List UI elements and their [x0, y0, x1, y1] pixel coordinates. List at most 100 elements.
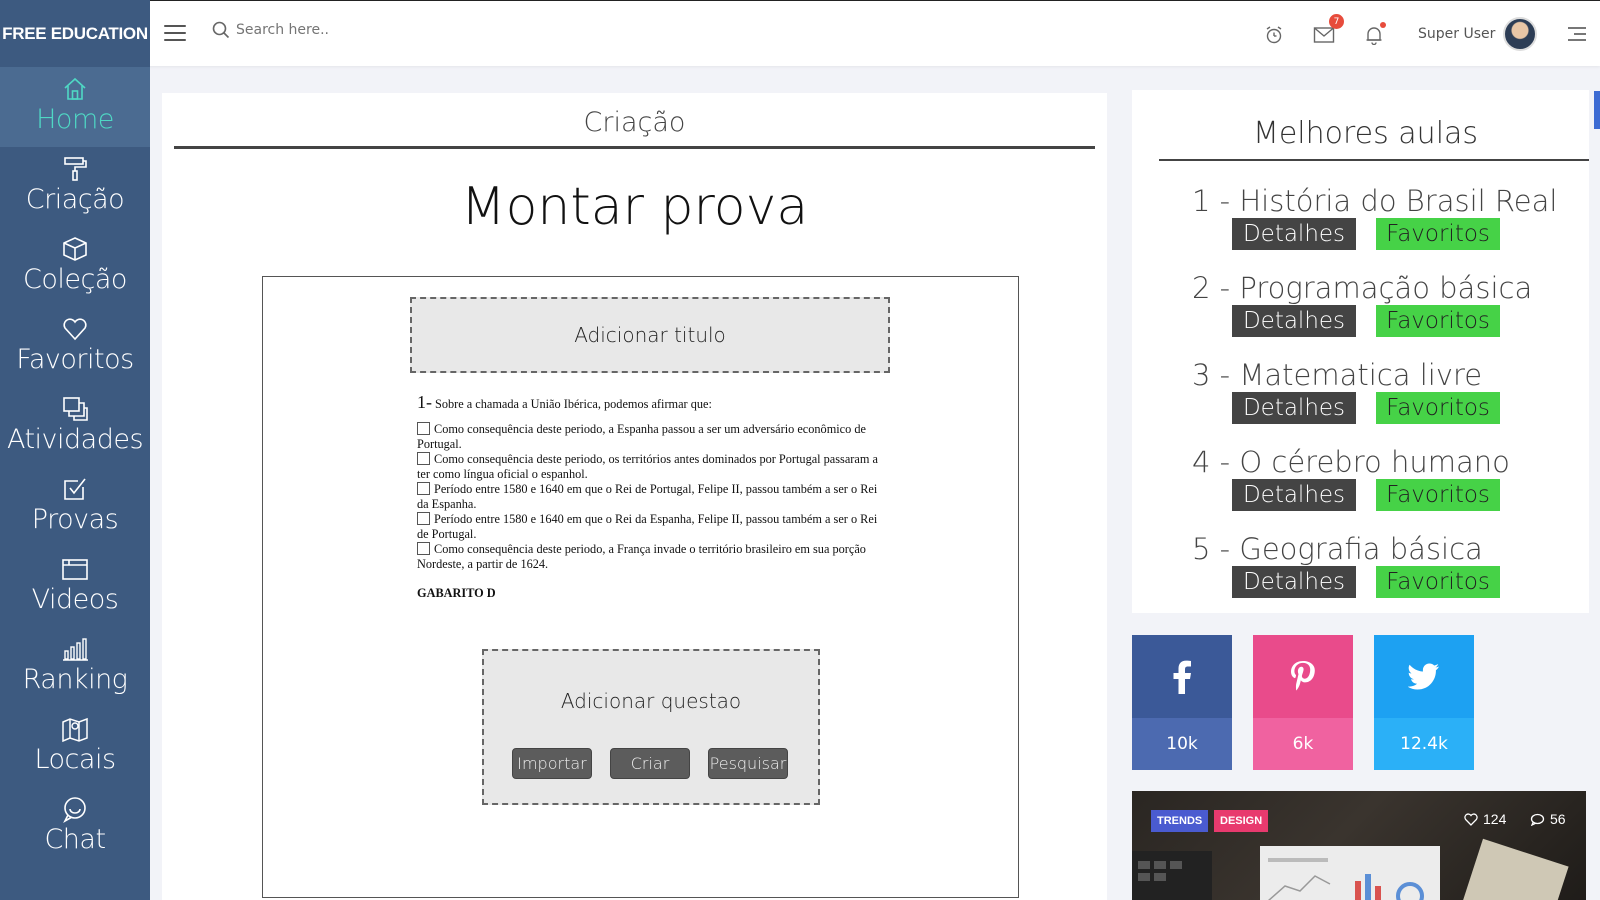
option-checkbox[interactable]: [417, 482, 430, 495]
answer-key: GABARITO D: [417, 586, 496, 600]
details-button[interactable]: Detalhes: [1232, 566, 1356, 598]
create-button[interactable]: Criar: [610, 748, 690, 779]
sidebar-item-colecao[interactable]: Coleção: [0, 227, 150, 307]
lesson-title[interactable]: 4 - O cérebro humano: [1192, 445, 1510, 479]
bell-icon[interactable]: [1362, 22, 1386, 47]
twitter-tile[interactable]: 12.4k: [1374, 635, 1474, 770]
best-lessons-title: Melhores aulas: [1252, 116, 1479, 151]
option-text: Como consequência deste periodo, os terr…: [417, 452, 878, 481]
answer-option: Período entre 1580 e 1640 em que o Rei d…: [417, 482, 887, 512]
chat-icon: [63, 797, 86, 823]
design-tag[interactable]: DESIGN: [1214, 810, 1269, 832]
option-text: Período entre 1580 e 1640 em que o Rei d…: [417, 512, 878, 541]
sidebar-item-label: Provas: [31, 504, 119, 535]
answer-option: Como consequência deste periodo, a Franç…: [417, 542, 887, 572]
mail-icon[interactable]: 7: [1312, 14, 1344, 47]
pinterest-tile[interactable]: 6k: [1253, 635, 1353, 770]
lesson-title[interactable]: 5 - Geografia básica: [1192, 532, 1483, 566]
alarm-clock-icon[interactable]: [1262, 23, 1286, 47]
favorites-button[interactable]: Favoritos: [1376, 566, 1500, 598]
scrollbar[interactable]: [1594, 91, 1600, 129]
option-checkbox[interactable]: [417, 542, 430, 555]
question-block: 1- Sobre a chamada a União Ibérica, pode…: [417, 392, 887, 601]
option-checkbox[interactable]: [417, 512, 430, 525]
question-text: Sobre a chamada a União Ibérica, podemos…: [435, 397, 712, 411]
favorites-button[interactable]: Favoritos: [1376, 392, 1500, 424]
sidebar: Home Criação Coleção Favoritos Atividade…: [0, 67, 150, 900]
paint-roller-icon: [64, 157, 87, 181]
pinterest-icon: [1291, 660, 1315, 690]
creation-card: Criação Montar prova Adicionar titulo 1-…: [162, 93, 1107, 900]
facebook-icon: [1173, 660, 1191, 694]
section-title: Criação: [583, 107, 686, 138]
avatar[interactable]: [1503, 17, 1537, 51]
question-number: 1-: [417, 392, 432, 412]
heart-icon: [63, 318, 87, 341]
details-button[interactable]: Detalhes: [1232, 305, 1356, 337]
add-title-button[interactable]: Adicionar titulo: [410, 297, 890, 373]
sidebar-item-label: Videos: [31, 584, 119, 615]
option-text: Período entre 1580 e 1640 em que o Rei d…: [417, 482, 878, 511]
sidebar-item-label: Coleção: [23, 264, 127, 295]
likes-count: 124: [1483, 811, 1507, 827]
copy-icon: [63, 397, 88, 421]
details-button[interactable]: Detalhes: [1232, 218, 1356, 250]
lesson-title[interactable]: 2 - Programação básica: [1192, 271, 1532, 305]
sidebar-item-ranking[interactable]: Ranking: [0, 627, 150, 707]
sidebar-item-chat[interactable]: Chat: [0, 787, 150, 867]
checkbox-icon: [64, 478, 86, 500]
menu-toggle-icon[interactable]: [164, 25, 186, 43]
paper-image: [1461, 838, 1569, 900]
add-question-label: Adicionar questao: [560, 689, 742, 713]
map-icon: [62, 717, 88, 743]
comments-stat[interactable]: 56: [1530, 811, 1566, 827]
trends-card[interactable]: TRENDS DESIGN 124 56: [1132, 791, 1586, 900]
sidebar-item-favoritos[interactable]: Favoritos: [0, 307, 150, 387]
page-title: Montar prova: [460, 177, 809, 237]
dashboard-image: [1260, 846, 1440, 900]
comments-count: 56: [1550, 811, 1566, 827]
user-name[interactable]: Super User: [1418, 26, 1495, 42]
sidebar-item-criacao[interactable]: Criação: [0, 147, 150, 227]
notification-dot: [1380, 22, 1386, 28]
trends-tag[interactable]: TRENDS: [1151, 810, 1209, 832]
sidebar-item-videos[interactable]: Videos: [0, 547, 150, 627]
heart-icon: [1464, 812, 1478, 826]
details-button[interactable]: Detalhes: [1232, 479, 1356, 511]
lesson-title[interactable]: 1 - História do Brasil Real: [1192, 184, 1557, 218]
exam-sheet: Adicionar titulo 1- Sobre a chamada a Un…: [262, 276, 1019, 898]
option-text: Como consequência deste periodo, a Franç…: [417, 542, 866, 571]
sidebar-item-provas[interactable]: Provas: [0, 467, 150, 547]
favorites-button[interactable]: Favoritos: [1376, 218, 1500, 250]
right-menu-icon[interactable]: [1568, 27, 1586, 41]
sidebar-item-label: Home: [36, 104, 114, 135]
facebook-tile[interactable]: 10k: [1132, 635, 1232, 770]
sidebar-item-label: Chat: [44, 824, 106, 855]
likes-stat[interactable]: 124: [1464, 811, 1506, 827]
favorites-button[interactable]: Favoritos: [1376, 479, 1500, 511]
import-button[interactable]: Importar: [512, 748, 592, 779]
sidebar-item-locais[interactable]: Locais: [0, 707, 150, 787]
lesson-title[interactable]: 3 - Matematica livre: [1192, 358, 1482, 392]
sidebar-item-label: Favoritos: [16, 344, 134, 375]
twitter-count: 12.4k: [1374, 718, 1474, 770]
option-checkbox[interactable]: [417, 422, 430, 435]
answer-option: Período entre 1580 e 1640 em que o Rei d…: [417, 512, 887, 542]
option-checkbox[interactable]: [417, 452, 430, 465]
search-button[interactable]: Pesquisar: [708, 748, 788, 779]
best-lessons-card: Melhores aulas 1 - História do Brasil Re…: [1132, 90, 1589, 613]
add-question-panel: Adicionar questao Importar Criar Pesquis…: [482, 649, 820, 805]
bar-chart-icon: [63, 638, 88, 661]
sidebar-item-home[interactable]: Home: [0, 67, 150, 147]
answer-option: Como consequência deste periodo, os terr…: [417, 452, 887, 482]
home-icon: [64, 77, 86, 100]
search-box[interactable]: [212, 21, 436, 39]
search-input[interactable]: [236, 22, 436, 38]
sidebar-item-atividades[interactable]: Atividades: [0, 387, 150, 467]
twitter-icon: [1408, 663, 1439, 689]
brand-logo[interactable]: FREE EDUCATION: [0, 0, 150, 67]
sidebar-item-label: Criação: [25, 184, 125, 215]
favorites-button[interactable]: Favoritos: [1376, 305, 1500, 337]
details-button[interactable]: Detalhes: [1232, 392, 1356, 424]
laptop-image: [1132, 851, 1212, 900]
